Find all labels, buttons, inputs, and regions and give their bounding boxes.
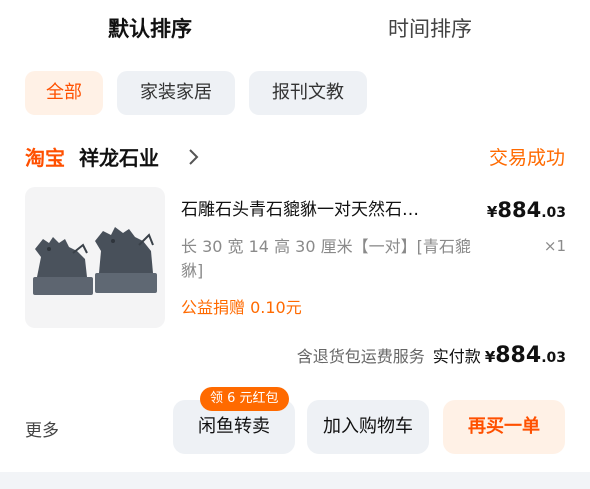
taobao-logo: 淘宝	[25, 146, 65, 170]
tab-time-sort[interactable]: 时间排序	[388, 14, 472, 44]
shop-name[interactable]: 祥龙石业	[79, 142, 159, 171]
price-currency: ¥	[486, 203, 498, 221]
order-status: 交易成功	[488, 147, 565, 169]
price-integer: 884	[497, 198, 542, 222]
product-title[interactable]: 石雕石头青石貔貅一对天然石…	[181, 198, 471, 222]
filter-chip-home[interactable]: 家装家居	[117, 71, 235, 115]
add-to-cart-button[interactable]: 加入购物车	[307, 400, 429, 454]
shop-header[interactable]: 淘宝 祥龙石业 交易成功	[25, 140, 565, 174]
paid-decimal: .03	[541, 350, 566, 366]
product-quantity: ×1	[543, 237, 566, 255]
filter-chip-all[interactable]: 全部	[25, 71, 103, 115]
price-decimal: .03	[541, 205, 566, 221]
paid-currency: ¥	[484, 348, 496, 366]
tab-default-sort[interactable]: 默认排序	[108, 14, 192, 44]
paid-label: 实付款	[432, 347, 481, 366]
more-button[interactable]: 更多	[25, 416, 59, 441]
chevron-right-icon	[189, 149, 199, 165]
service-info: 含退货包运费服务	[296, 347, 425, 366]
buy-again-button[interactable]: 再买一单	[443, 400, 565, 454]
product-sku: 长 30 宽 14 高 30 厘米【一对】[青石貔貅]	[181, 237, 471, 280]
paid-integer: 884	[495, 343, 542, 368]
pixiu-statue-image	[33, 227, 157, 295]
order-summary: 含退货包运费服务 实付款 ¥884.03	[297, 343, 566, 368]
product-price: ¥884.03	[487, 198, 566, 222]
coupon-badge: 领 6 元红包	[200, 387, 289, 411]
bottom-divider	[0, 472, 590, 489]
charity-donation: 公益捐赠 0.10元	[181, 298, 302, 317]
product-thumbnail[interactable]	[25, 187, 165, 328]
sort-tabs: 默认排序 时间排序	[0, 0, 590, 58]
filter-chip-books[interactable]: 报刊文教	[249, 71, 367, 115]
